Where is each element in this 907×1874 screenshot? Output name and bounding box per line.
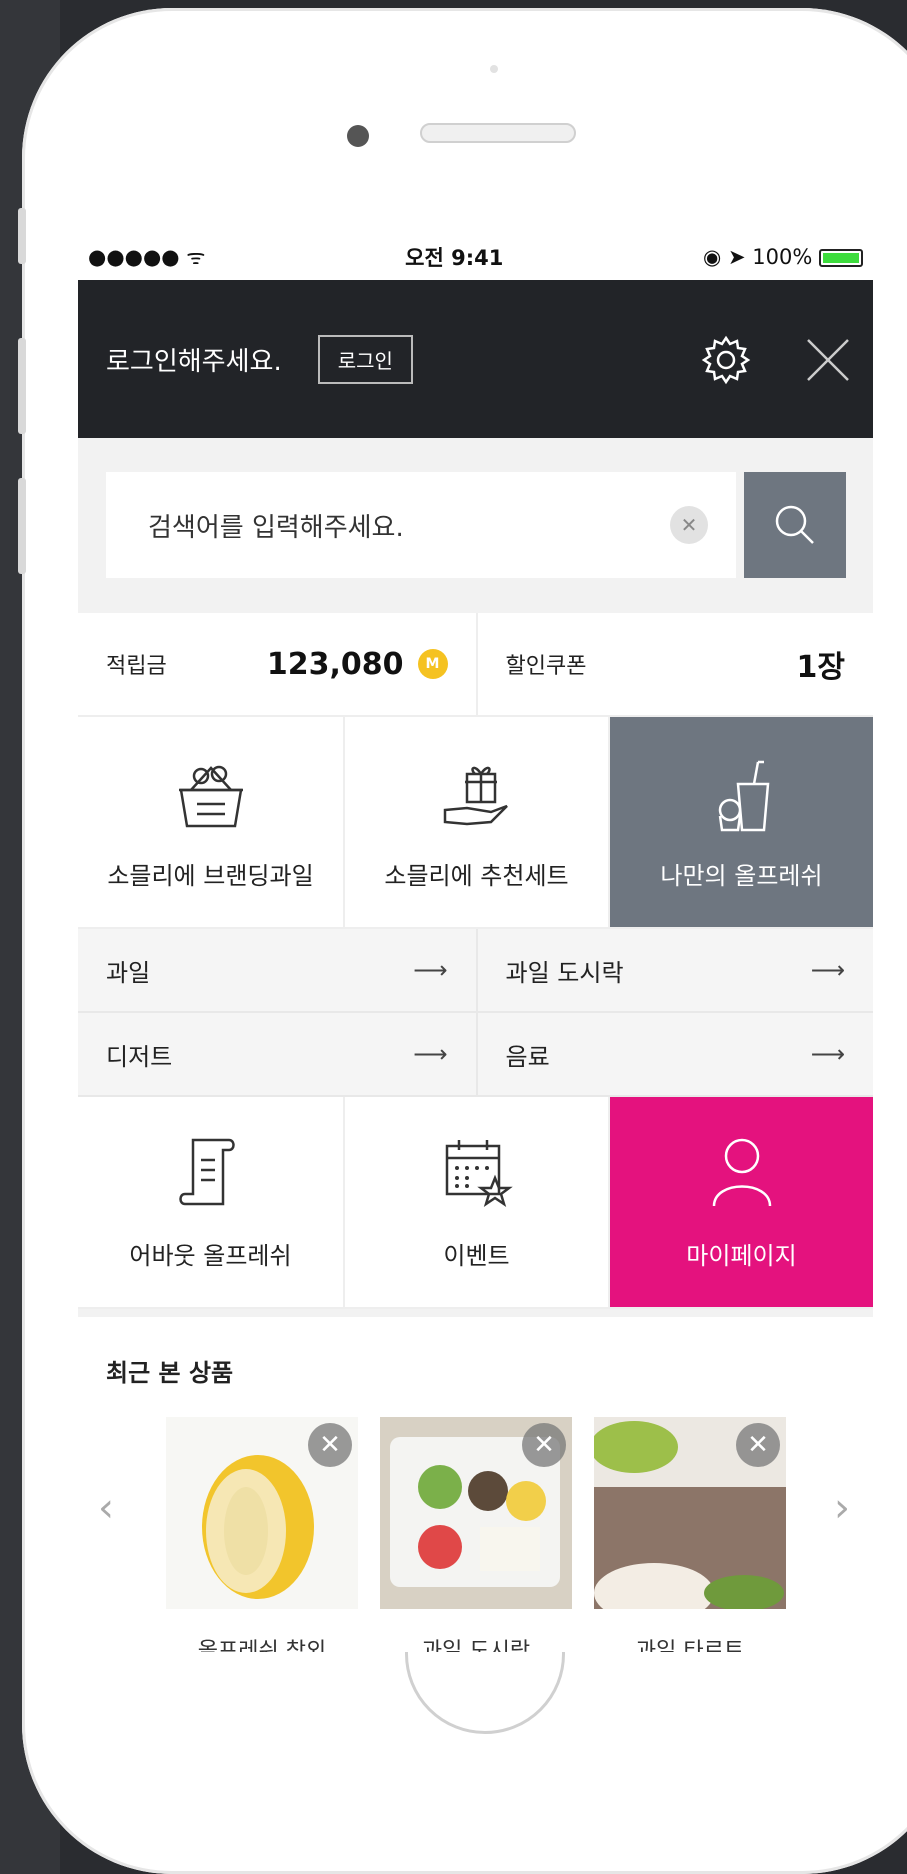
gear-icon[interactable] — [698, 332, 754, 388]
category-label: 디저트 — [106, 1042, 173, 1071]
clear-icon[interactable]: ✕ — [670, 506, 708, 544]
status-time: 오전 9:41 — [405, 246, 504, 270]
coupon-label: 할인쿠폰 — [505, 654, 587, 679]
recent-product-item[interactable]: ✕ 과일 타르트 — [594, 1417, 786, 1652]
category-label: 음료 — [505, 1042, 550, 1071]
recent-product-name: 올프레쉬 참외 — [197, 1639, 327, 1652]
recent-product-item[interactable]: ✕ 올프레쉬 참외 — [166, 1417, 358, 1652]
chevron-right-icon[interactable]: › — [834, 1485, 850, 1531]
scroll-icon — [178, 1138, 235, 1206]
arrow-right-icon: ⟶ — [810, 1040, 845, 1068]
app-screen: ●●●●● ᯤ 오전 9:41 ◉ ➤ 100% 로그인해주세요. 로그인 검색… — [78, 234, 873, 1652]
recent-products: 최근 본 상품 ‹ › ✕ 올프레쉬 참외 ✕ 과일 도시락 ✕ 과일 타르트 — [78, 1309, 873, 1652]
category-label: 과일 도시락 — [505, 958, 624, 987]
basket-icon — [178, 765, 243, 828]
menu-tile-my-allfresh[interactable]: 나만의 올프레쉬 — [608, 717, 873, 927]
remove-icon[interactable]: ✕ — [736, 1423, 780, 1467]
mute-switch — [18, 208, 26, 264]
recent-product-name: 과일 타르트 — [635, 1639, 745, 1652]
menu-tile-label: 나만의 올프레쉬 — [660, 862, 823, 890]
menu-tile-mypage[interactable]: 마이페이지 — [608, 1097, 873, 1307]
menu-tile-label: 어바웃 올프레쉬 — [129, 1242, 292, 1270]
menu-grid-top: 소믈리에 브랜딩과일 소믈리에 추천세트 나만의 올프레쉬 — [78, 717, 873, 929]
menu-tile-label: 소믈리에 추천세트 — [384, 862, 569, 890]
category-beverage[interactable]: 음료 ⟶ — [475, 1013, 874, 1095]
menu-tile-about[interactable]: 어바웃 올프레쉬 — [78, 1097, 343, 1307]
product-image-tart: ✕ — [594, 1417, 786, 1609]
login-prompt: 로그인해주세요. — [106, 346, 282, 377]
volume-down-button — [18, 478, 26, 574]
category-fruit-lunchbox[interactable]: 과일 도시락 ⟶ — [475, 929, 874, 1011]
menu-tile-label: 이벤트 — [443, 1242, 510, 1270]
earpiece-speaker — [420, 123, 576, 143]
login-button[interactable]: 로그인 — [317, 334, 413, 384]
close-icon[interactable] — [800, 332, 856, 388]
drink-icon — [718, 760, 769, 832]
person-icon — [712, 1138, 771, 1207]
calendar-star-icon — [445, 1140, 513, 1207]
location-icon: ◉ ➤ — [702, 245, 753, 269]
coin-icon: M — [417, 649, 448, 679]
menu-tile-recommend-set[interactable]: 소믈리에 추천세트 — [343, 717, 608, 927]
battery-icon — [818, 249, 863, 267]
category-row: 과일 ⟶ 과일 도시락 ⟶ — [78, 929, 873, 1013]
gift-hand-icon — [443, 766, 508, 826]
chevron-left-icon[interactable]: ‹ — [98, 1485, 114, 1531]
remove-icon[interactable]: ✕ — [308, 1423, 352, 1467]
remove-icon[interactable]: ✕ — [522, 1423, 566, 1467]
menu-tile-label: 소믈리에 브랜딩과일 — [107, 862, 314, 890]
battery-percent: 100% — [752, 245, 813, 269]
arrow-right-icon: ⟶ — [413, 1040, 448, 1068]
signal-indicator: ●●●●● ᯤ — [88, 245, 206, 269]
menu-tile-label: 마이페이지 — [686, 1242, 797, 1270]
arrow-right-icon: ⟶ — [413, 956, 448, 984]
category-dessert[interactable]: 디저트 ⟶ — [78, 1013, 476, 1095]
search-icon — [775, 505, 814, 544]
search-area: 검색어를 입력해주세요. ✕ — [78, 438, 873, 613]
category-row: 디저트 ⟶ 음료 ⟶ — [78, 1013, 873, 1097]
reward-points-value: 123,080 — [266, 646, 404, 682]
reward-points[interactable]: 적립금 123,080 M — [78, 613, 476, 715]
volume-up-button — [18, 338, 26, 434]
menu-tile-branding-fruit[interactable]: 소믈리에 브랜딩과일 — [78, 717, 343, 927]
battery-indicator: ◉ ➤ 100% — [703, 245, 863, 269]
category-fruit[interactable]: 과일 ⟶ — [78, 929, 476, 1011]
reward-points-label: 적립금 — [106, 654, 167, 679]
coupon-value: 1장 — [796, 650, 845, 685]
recent-products-title: 최근 본 상품 — [106, 1359, 234, 1387]
search-input[interactable]: 검색어를 입력해주세요. — [106, 472, 736, 578]
menu-grid-bottom: 어바웃 올프레쉬 이벤트 마이페이지 — [78, 1097, 873, 1309]
product-image-lunchbox: ✕ — [380, 1417, 572, 1609]
product-image-melon: ✕ — [166, 1417, 358, 1609]
menu-tile-event[interactable]: 이벤트 — [343, 1097, 608, 1307]
status-bar: ●●●●● ᯤ 오전 9:41 ◉ ➤ 100% — [78, 234, 873, 280]
recent-product-item[interactable]: ✕ 과일 도시락 — [380, 1417, 572, 1652]
recent-product-list: ✕ 올프레쉬 참외 ✕ 과일 도시락 ✕ 과일 타르트 — [166, 1417, 786, 1652]
proximity-sensor — [490, 65, 498, 73]
search-placeholder: 검색어를 입력해주세요. — [148, 512, 404, 543]
recent-product-name: 과일 도시락 — [421, 1639, 531, 1652]
menu-header: 로그인해주세요. 로그인 — [78, 280, 873, 438]
arrow-right-icon: ⟶ — [810, 956, 845, 984]
coupon-count[interactable]: 할인쿠폰 1장 — [475, 613, 873, 715]
points-row: 적립금 123,080 M 할인쿠폰 1장 — [78, 613, 873, 717]
category-label: 과일 — [106, 958, 151, 987]
search-button[interactable] — [744, 472, 846, 578]
front-camera — [347, 125, 369, 147]
